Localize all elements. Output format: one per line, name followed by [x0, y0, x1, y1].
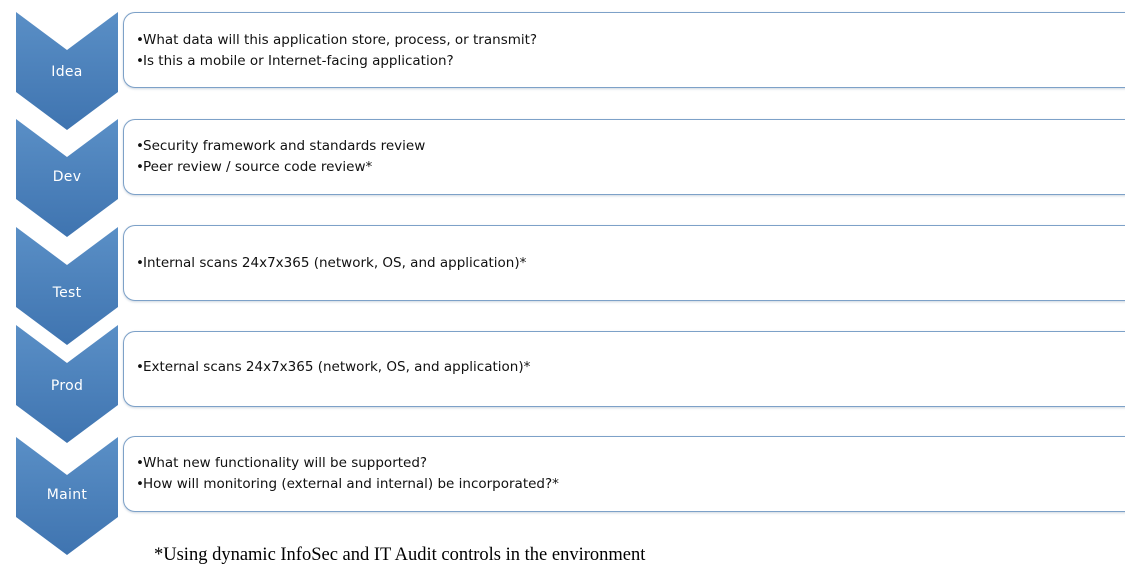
- step-box-prod: •External scans 24x7x365 (network, OS, a…: [123, 331, 1125, 407]
- list-item: •Is this a mobile or Internet-facing app…: [136, 53, 454, 69]
- list-item: •External scans 24x7x365 (network, OS, a…: [136, 359, 531, 375]
- step-box-dev: •Security framework and standards review…: [123, 119, 1125, 195]
- step-label-prod: Prod: [50, 378, 84, 394]
- sdlc-security-diagram: Idea •What data will this application st…: [0, 0, 1125, 569]
- list-item: •Peer review / source code review*: [136, 159, 373, 175]
- list-item: •How will monitoring (external and inter…: [136, 476, 559, 492]
- step-label-test: Test: [52, 285, 82, 301]
- step-label-dev: Dev: [52, 169, 82, 185]
- chevron-idea: Idea: [16, 12, 118, 130]
- step-items-prod: •External scans 24x7x365 (network, OS, a…: [136, 357, 530, 378]
- chevron-prod: Prod: [16, 325, 118, 443]
- list-item: •Security framework and standards review: [136, 138, 426, 154]
- step-box-maint: •What new functionality will be supporte…: [123, 436, 1125, 512]
- step-box-test: •Internal scans 24x7x365 (network, OS, a…: [123, 225, 1125, 301]
- chevron-dev: Dev: [16, 119, 118, 237]
- list-item: •What data will this application store, …: [136, 32, 538, 48]
- step-items-test: •Internal scans 24x7x365 (network, OS, a…: [136, 253, 526, 274]
- step-label-idea: Idea: [51, 64, 83, 80]
- step-items-dev: •Security framework and standards review…: [136, 136, 425, 178]
- chevron-maint: Maint: [16, 437, 118, 555]
- list-item: •Internal scans 24x7x365 (network, OS, a…: [136, 255, 527, 271]
- footnote: *Using dynamic InfoSec and IT Audit cont…: [154, 545, 646, 565]
- list-item: •What new functionality will be supporte…: [136, 455, 428, 471]
- step-items-maint: •What new functionality will be supporte…: [136, 453, 559, 495]
- step-box-idea: •What data will this application store, …: [123, 12, 1125, 88]
- step-label-maint: Maint: [46, 487, 88, 503]
- step-items-idea: •What data will this application store, …: [136, 30, 537, 72]
